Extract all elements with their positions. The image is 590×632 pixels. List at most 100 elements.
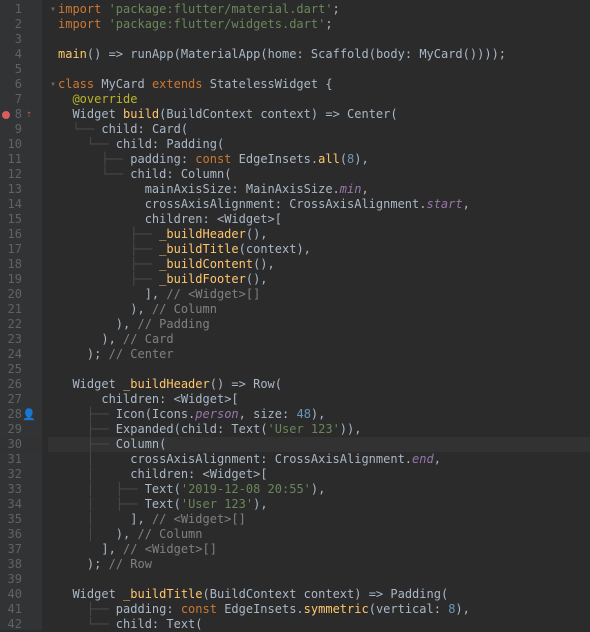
fold-icon[interactable]: ▾ [48, 2, 58, 17]
line-number: 38 [6, 557, 22, 572]
gutter-line[interactable]: 6 [0, 77, 42, 92]
gutter: 12345678⇡9101112131415161718192021222324… [0, 0, 42, 630]
token-punct: ( [260, 422, 267, 437]
code-line[interactable]: mainAxisSize: MainAxisSize.min, [48, 182, 590, 197]
gutter-line[interactable]: 22 [0, 317, 42, 332]
code-line[interactable]: crossAxisAlignment: CrossAxisAlignment.s… [48, 197, 590, 212]
code-line[interactable]: └── child: Padding( [48, 137, 590, 152]
gutter-line[interactable]: 36 [0, 527, 42, 542]
code-line[interactable]: ), // Card [48, 332, 590, 347]
line-number: 34 [6, 497, 22, 512]
gutter-line[interactable]: 13 [0, 182, 42, 197]
code-line[interactable]: ├── Icon(Icons.person, size: 48), [48, 407, 590, 422]
code-line[interactable]: ▾class MyCard extends StatelessWidget { [48, 77, 590, 92]
gutter-line[interactable]: 31 [0, 452, 42, 467]
code-line[interactable]: │ ], // <Widget>[] [48, 512, 590, 527]
code-line[interactable]: ├── _buildContent(), [48, 257, 590, 272]
code-line[interactable]: Widget _buildHeader() => Row( [48, 377, 590, 392]
gutter-line[interactable]: 7 [0, 92, 42, 107]
token-str: 'User 123' [268, 422, 340, 437]
gutter-line[interactable]: 3 [0, 32, 42, 47]
fold-icon [48, 302, 58, 317]
gutter-line[interactable]: 24 [0, 347, 42, 362]
gutter-line[interactable]: 25 [0, 362, 42, 377]
gutter-line[interactable]: 28👤 [0, 407, 42, 422]
gutter-line[interactable]: 33 [0, 482, 42, 497]
gutter-line[interactable]: 34 [0, 497, 42, 512]
code-line[interactable]: │ ├── Text('2019-12-08 20:55'), [48, 482, 590, 497]
gutter-line[interactable]: 40 [0, 587, 42, 602]
token-type: Icons. [152, 407, 195, 422]
gutter-line[interactable]: 1 [0, 2, 42, 17]
gutter-line[interactable]: 30 [0, 437, 42, 452]
gutter-line[interactable]: 2 [0, 17, 42, 32]
gutter-line[interactable]: 27 [0, 392, 42, 407]
code-line[interactable]: children: <Widget>[ [48, 392, 590, 407]
gutter-line[interactable]: 16 [0, 227, 42, 242]
gutter-line[interactable]: 5 [0, 62, 42, 77]
code-line[interactable]: Widget _buildTitle(BuildContext context)… [48, 587, 590, 602]
gutter-line[interactable]: 21 [0, 302, 42, 317]
gutter-line[interactable]: 14 [0, 197, 42, 212]
gutter-line[interactable]: 23 [0, 332, 42, 347]
code-line[interactable]: main() => runApp(MaterialApp(home: Scaff… [48, 47, 590, 62]
code-line[interactable]: │ crossAxisAlignment: CrossAxisAlignment… [48, 452, 590, 467]
gutter-line[interactable]: 4 [0, 47, 42, 62]
code-line[interactable] [48, 572, 590, 587]
code-line[interactable]: ├── _buildHeader(), [48, 227, 590, 242]
gutter-line[interactable]: 18 [0, 257, 42, 272]
fold-icon[interactable]: ▾ [48, 77, 58, 92]
code-line[interactable] [48, 62, 590, 77]
token-punct: ), [130, 302, 152, 317]
code-line[interactable]: ▾import 'package:flutter/material.dart'; [48, 2, 590, 17]
token-guide [58, 212, 145, 227]
gutter-line[interactable]: 11 [0, 152, 42, 167]
code-line[interactable]: │ children: <Widget>[ [48, 467, 590, 482]
code-line[interactable]: │ ), // Column [48, 527, 590, 542]
code-line[interactable]: Widget build(BuildContext context) => Ce… [48, 107, 590, 122]
gutter-line[interactable]: 39 [0, 572, 42, 587]
token-fn: _buildTitle [123, 587, 202, 602]
code-line[interactable]: ], // <Widget>[] [48, 542, 590, 557]
token-punct: , [434, 452, 441, 467]
code-line[interactable]: ); // Row [48, 557, 590, 572]
gutter-line[interactable]: 38 [0, 557, 42, 572]
gutter-line[interactable]: 8⇡ [0, 107, 42, 122]
code-line[interactable]: └── child: Column( [48, 167, 590, 182]
gutter-line[interactable]: 32 [0, 467, 42, 482]
code-line[interactable] [48, 32, 590, 47]
code-area[interactable]: ▾import 'package:flutter/material.dart';… [42, 0, 590, 630]
code-line[interactable]: children: <Widget>[ [48, 212, 590, 227]
code-line[interactable]: ├── _buildFooter(), [48, 272, 590, 287]
code-line[interactable]: └── child: Card( [48, 122, 590, 137]
gutter-line[interactable]: 17 [0, 242, 42, 257]
breakpoint-icon[interactable] [2, 111, 10, 119]
gutter-line[interactable]: 12 [0, 167, 42, 182]
gutter-line[interactable]: 41 [0, 602, 42, 617]
code-line[interactable]: ├── _buildTitle(context), [48, 242, 590, 257]
code-line[interactable]: ), // Padding [48, 317, 590, 332]
code-line[interactable]: ├── padding: const EdgeInsets.all(8), [48, 152, 590, 167]
code-line[interactable]: │ ├── Text('User 123'), [48, 497, 590, 512]
gutter-line[interactable]: 15 [0, 212, 42, 227]
gutter-line[interactable]: 20 [0, 287, 42, 302]
code-line[interactable]: import 'package:flutter/widgets.dart'; [48, 17, 590, 32]
fold-icon [48, 212, 58, 227]
code-line[interactable]: ), // Column [48, 302, 590, 317]
code-line[interactable]: ├── Expanded(child: Text('User 123')), [48, 422, 590, 437]
gutter-line[interactable]: 29 [0, 422, 42, 437]
code-line[interactable]: ├── Column( [48, 437, 590, 452]
gutter-line[interactable]: 19 [0, 272, 42, 287]
gutter-line[interactable]: 35 [0, 512, 42, 527]
token-fn: _buildHeader [159, 227, 246, 242]
gutter-line[interactable]: 10 [0, 137, 42, 152]
code-line[interactable]: ├── padding: const EdgeInsets.symmetric(… [48, 602, 590, 617]
code-line[interactable]: ], // <Widget>[] [48, 287, 590, 302]
code-line[interactable] [48, 362, 590, 377]
gutter-line[interactable]: 37 [0, 542, 42, 557]
code-line[interactable]: ); // Center [48, 347, 590, 362]
code-line[interactable]: @override [48, 92, 590, 107]
gutter-line[interactable]: 26 [0, 377, 42, 392]
code-editor[interactable]: 12345678⇡9101112131415161718192021222324… [0, 0, 590, 630]
gutter-line[interactable]: 9 [0, 122, 42, 137]
